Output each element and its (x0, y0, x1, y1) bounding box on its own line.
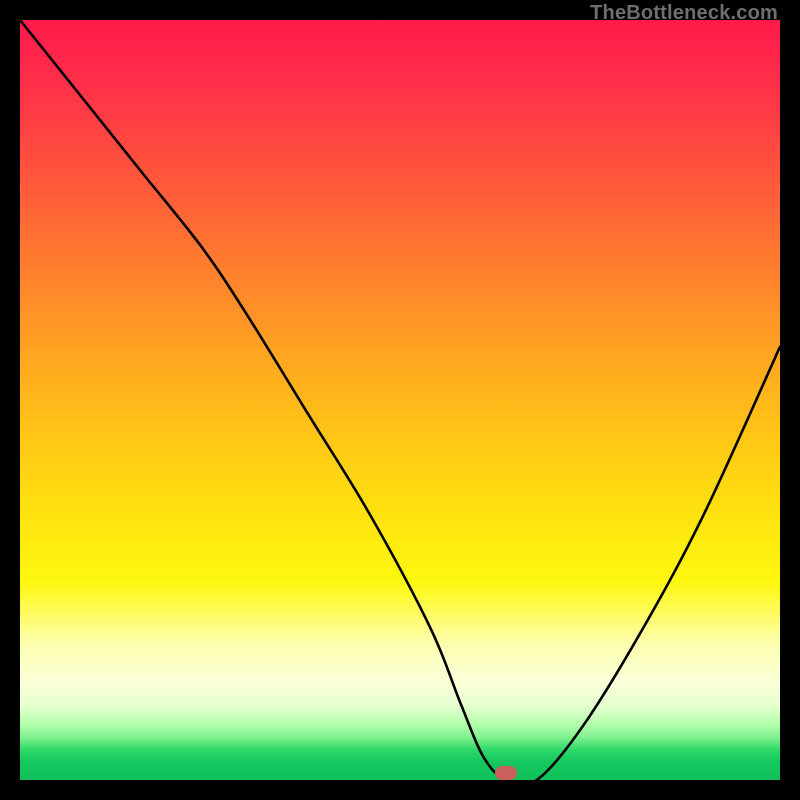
chart-container (20, 20, 780, 780)
watermark-text: TheBottleneck.com (590, 2, 778, 25)
curve-path (20, 20, 780, 785)
bottleneck-curve (20, 20, 780, 780)
optimal-point-marker (495, 766, 517, 780)
